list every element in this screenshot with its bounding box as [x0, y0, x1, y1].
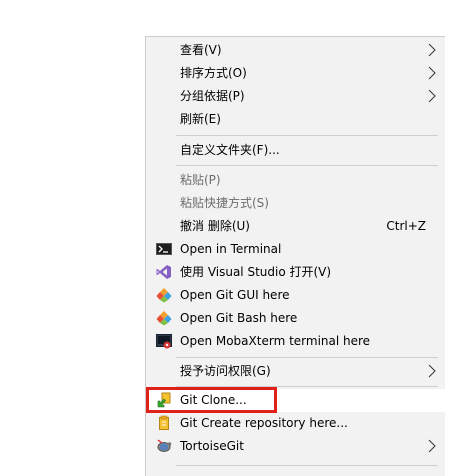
menu-item-open-git-bash[interactable]: Open Git Bash here — [146, 307, 446, 330]
menu-item-label: Open MobaXterm terminal here — [180, 334, 371, 348]
git-clone-highlight-box — [146, 387, 277, 413]
terminal-icon — [156, 241, 172, 257]
menu-item-label: 粘贴(P) — [180, 173, 221, 187]
menu-item-label: 分组依据(P) — [180, 89, 245, 103]
menu-item-label: 排序方式(O) — [180, 66, 247, 80]
menu-item-label: 刷新(E) — [180, 112, 221, 126]
git-create-repo-icon — [156, 415, 172, 431]
menu-item-label: TortoiseGit — [180, 439, 244, 453]
menu-item-label: 撤消 删除(U) — [180, 219, 250, 233]
menu-item-label: 查看(V) — [180, 43, 222, 57]
menu-item-label: 授予访问权限(G) — [180, 364, 271, 378]
menu-item-paste: 粘贴(P) — [146, 169, 446, 192]
menu-item-give-access[interactable]: 授予访问权限(G) — [146, 360, 446, 383]
menu-item-sort-by[interactable]: 排序方式(O) — [146, 62, 446, 85]
mobaxterm-icon — [156, 333, 172, 349]
chevron-right-icon — [428, 43, 436, 57]
menu-item-open-visual-studio[interactable]: 使用 Visual Studio 打开(V) — [146, 261, 446, 284]
menu-item-tortoisegit[interactable]: TortoiseGit — [146, 435, 446, 458]
menu-item-group-by[interactable]: 分组依据(P) — [146, 85, 446, 108]
menu-separator — [176, 135, 438, 136]
menu-item-shortcut: Ctrl+Z — [386, 219, 426, 233]
menu-separator — [176, 357, 438, 358]
menu-item-refresh[interactable]: 刷新(E) — [146, 108, 446, 131]
menu-item-customize-folder[interactable]: 自定义文件夹(F)... — [146, 139, 446, 162]
menu-item-label: Git Create repository here... — [180, 416, 348, 430]
chevron-right-icon — [428, 439, 436, 453]
menu-item-undo-delete[interactable]: 撤消 删除(U) Ctrl+Z — [146, 215, 446, 238]
git-bash-icon — [156, 310, 172, 326]
chevron-right-icon — [428, 66, 436, 80]
menu-item-view[interactable]: 查看(V) — [146, 39, 446, 62]
menu-item-open-git-gui[interactable]: Open Git GUI here — [146, 284, 446, 307]
menu-item-label: 自定义文件夹(F)... — [180, 143, 280, 157]
menu-item-label: 使用 Visual Studio 打开(V) — [180, 265, 332, 279]
chevron-right-icon — [428, 364, 436, 378]
menu-item-git-create-repository[interactable]: Git Create repository here... — [146, 412, 446, 435]
tortoisegit-icon — [156, 438, 172, 454]
menu-separator — [176, 165, 438, 166]
menu-item-label: Open in Terminal — [180, 242, 282, 256]
menu-item-label: 粘贴快捷方式(S) — [180, 196, 269, 210]
chevron-right-icon — [428, 89, 436, 103]
git-gui-icon — [156, 287, 172, 303]
menu-item-label: Open Git Bash here — [180, 311, 298, 325]
menu-item-open-in-terminal[interactable]: Open in Terminal — [146, 238, 446, 261]
menu-item-paste-shortcut: 粘贴快捷方式(S) — [146, 192, 446, 215]
visual-studio-icon — [156, 264, 172, 280]
menu-item-open-mobaxterm[interactable]: Open MobaXterm terminal here — [146, 330, 446, 353]
menu-separator — [176, 465, 438, 466]
menu-item-label: Open Git GUI here — [180, 288, 290, 302]
